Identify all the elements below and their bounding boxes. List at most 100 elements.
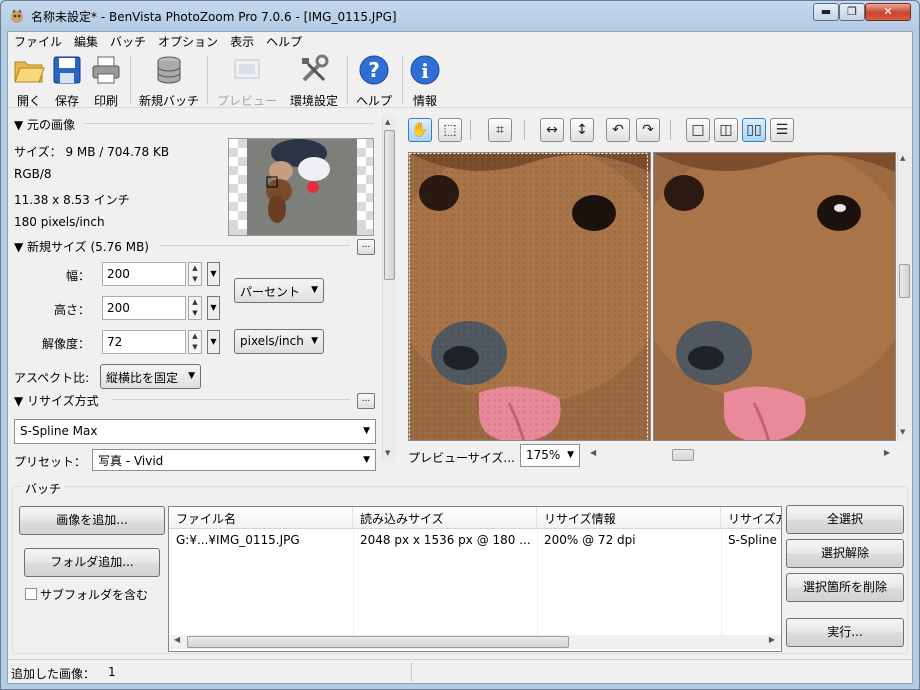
preset-select[interactable]: 写真 - Vivid ▼: [92, 449, 376, 471]
aspect-select[interactable]: 縦横比を固定 ▼: [100, 364, 201, 389]
resize-method-select[interactable]: S-Spline Max ▼: [14, 419, 376, 444]
fit-width-button[interactable]: ↔: [540, 118, 564, 142]
preview-original-pane[interactable]: [408, 152, 651, 441]
include-subfolders-checkbox[interactable]: [25, 588, 37, 600]
resolution-unit-value: pixels/inch: [240, 334, 304, 348]
chevron-down-icon: ▼: [363, 426, 370, 436]
menu-view[interactable]: 表示: [224, 32, 260, 51]
stepper-down-icon[interactable]: ▼: [189, 274, 201, 285]
scroll-thumb[interactable]: [384, 130, 395, 280]
width-unit-dropdown[interactable]: ▼: [207, 262, 220, 286]
resize-method-header[interactable]: ▼ リサイズ方式: [14, 392, 384, 409]
new-size-title: ▼ 新規サイズ (5.76 MB): [14, 240, 149, 254]
original-thumbnail[interactable]: [228, 138, 374, 236]
height-input[interactable]: 200: [102, 296, 186, 320]
select-tool-button[interactable]: ⬚: [438, 118, 462, 142]
fit-height-button[interactable]: ↕: [570, 118, 594, 142]
scroll-up-icon[interactable]: ▲: [900, 154, 905, 162]
scroll-thumb[interactable]: [672, 449, 694, 461]
scroll-right-icon[interactable]: ▶: [884, 448, 890, 457]
scroll-down-icon[interactable]: ▼: [900, 428, 905, 436]
select-all-button[interactable]: 全選択: [786, 505, 904, 534]
preview-result-pane[interactable]: [653, 152, 896, 441]
menu-edit[interactable]: 編集: [68, 32, 104, 51]
scroll-thumb[interactable]: [899, 264, 910, 298]
preview-vscrollbar[interactable]: ▲ ▼: [897, 152, 911, 441]
menu-file[interactable]: ファイル: [8, 32, 68, 51]
svg-text:?: ?: [368, 58, 380, 82]
height-stepper[interactable]: ▲ ▼: [188, 296, 202, 320]
scroll-up-icon[interactable]: ▲: [385, 118, 390, 126]
width-label: 幅：: [66, 269, 91, 283]
stepper-up-icon[interactable]: ▲: [189, 297, 201, 308]
resolution-stepper[interactable]: ▲ ▼: [188, 330, 202, 354]
scroll-right-icon[interactable]: ▶: [769, 635, 775, 644]
new-size-header[interactable]: ▼ 新規サイズ (5.76 MB): [14, 238, 384, 255]
scroll-thumb[interactable]: [187, 636, 569, 648]
column-input-size[interactable]: 読み込みサイズ: [353, 507, 537, 529]
preview-hscrollbar[interactable]: ◀ ▶: [588, 448, 896, 462]
resolution-dropdown[interactable]: ▼: [207, 330, 220, 354]
stepper-up-icon[interactable]: ▲: [189, 263, 201, 274]
add-image-button[interactable]: 画像を追加...: [19, 506, 165, 535]
save-button[interactable]: 保存: [50, 54, 84, 109]
column-resize-method[interactable]: リサイズ方: [721, 507, 781, 529]
close-button[interactable]: ✕: [865, 3, 911, 21]
stepper-up-icon[interactable]: ▲: [189, 331, 201, 342]
single-view-button[interactable]: □: [686, 118, 710, 142]
help-button[interactable]: ? ヘルプ: [352, 54, 396, 109]
width-stepper[interactable]: ▲ ▼: [188, 262, 202, 286]
original-mode: RGB/8: [14, 167, 52, 181]
info-button[interactable]: i 情報: [408, 54, 442, 109]
resize-options-button[interactable]: ...: [357, 393, 375, 409]
toolbar: 開く 保存 印刷 新規バッチ プレビュー 環境設定 ? ヘルプ i 情報: [8, 52, 912, 108]
hand-tool-button[interactable]: ✋: [408, 118, 432, 142]
crop-tool-button[interactable]: ⌗: [488, 118, 512, 142]
chevron-down-icon: ▼: [567, 450, 574, 460]
open-button[interactable]: 開く: [12, 54, 46, 109]
new-size-options-button[interactable]: ...: [357, 239, 375, 255]
menu-batch[interactable]: バッチ: [104, 32, 152, 51]
settings-scrollbar[interactable]: ▲ ▼: [382, 116, 396, 461]
menu-help[interactable]: ヘルプ: [260, 32, 308, 51]
delete-selected-button[interactable]: 選択箇所を削除: [786, 573, 904, 602]
divider: [160, 245, 350, 246]
table-hscrollbar[interactable]: ◀ ▶: [169, 635, 781, 649]
settings-button[interactable]: 環境設定: [286, 54, 342, 109]
resolution-unit-select[interactable]: pixels/inch ▼: [234, 329, 324, 354]
stacked-view-button[interactable]: ☰: [770, 118, 794, 142]
scroll-left-icon[interactable]: ◀: [590, 448, 596, 457]
scroll-left-icon[interactable]: ◀: [174, 635, 180, 644]
deselect-button[interactable]: 選択解除: [786, 539, 904, 568]
info-icon: i: [410, 55, 440, 85]
new-batch-button[interactable]: 新規バッチ: [136, 54, 202, 109]
menu-options[interactable]: オプション: [152, 32, 224, 51]
rotate-left-button[interactable]: ↶: [606, 118, 630, 142]
preview-button[interactable]: プレビュー: [213, 54, 281, 109]
scroll-down-icon[interactable]: ▼: [385, 449, 390, 457]
width-input[interactable]: 200: [102, 262, 186, 286]
toolbar-separator: [130, 56, 131, 104]
column-filename[interactable]: ファイル名: [169, 507, 353, 529]
split-view-button[interactable]: ◫: [714, 118, 738, 142]
rotate-right-button[interactable]: ↷: [636, 118, 660, 142]
side-by-side-button[interactable]: ▯▯: [742, 118, 766, 142]
minimize-button[interactable]: ▬: [813, 3, 839, 21]
stepper-down-icon[interactable]: ▼: [189, 308, 201, 319]
size-unit-select[interactable]: パーセント ▼: [234, 278, 324, 303]
preset-label: プリセット：: [14, 455, 87, 469]
batch-file-table[interactable]: ファイル名 読み込みサイズ リサイズ情報 リサイズ方 G:¥...¥IMG_01…: [168, 506, 782, 652]
print-button[interactable]: 印刷: [88, 54, 124, 109]
title-bar[interactable]: 名称未設定* - BenVista PhotoZoom Pro 7.0.6 - …: [1, 1, 919, 31]
maximize-button[interactable]: ❐: [839, 3, 865, 21]
height-unit-dropdown[interactable]: ▼: [207, 296, 220, 320]
original-size: サイズ： 9 MB / 704.78 KB: [14, 145, 170, 159]
resolution-input[interactable]: 72: [102, 330, 186, 354]
zoom-select[interactable]: 175% ▼: [520, 444, 580, 467]
run-button[interactable]: 実行...: [786, 618, 904, 647]
original-image-header[interactable]: ▼ 元の画像: [14, 116, 384, 133]
column-resize-info[interactable]: リサイズ情報: [537, 507, 721, 529]
cell-resize-method: S-Spline Max: [728, 533, 781, 547]
stepper-down-icon[interactable]: ▼: [189, 342, 201, 353]
add-folder-button[interactable]: フォルダ追加...: [24, 548, 160, 577]
